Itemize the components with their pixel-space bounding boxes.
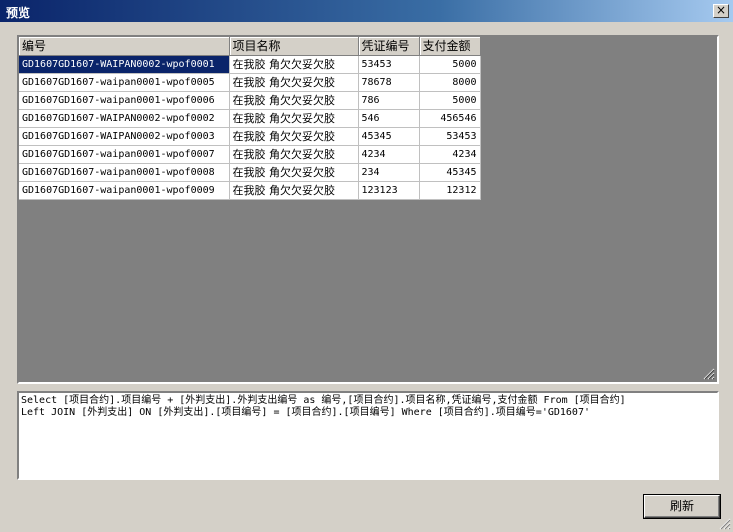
cell-code[interactable]: GD1607GD1607-WAIPAN0002-wpof0001 (19, 55, 230, 74)
cell-code[interactable]: GD1607GD1607-waipan0001-wpof0009 (19, 181, 230, 200)
cell-voucher-no[interactable]: 53453 (358, 55, 420, 74)
table-row[interactable]: GD1607GD1607-waipan0001-wpof0006 在我胶 角欠欠… (19, 91, 481, 110)
cell-code[interactable]: GD1607GD1607-WAIPAN0002-wpof0003 (19, 127, 230, 146)
cell-project-name[interactable]: 在我胶 角欠欠妥欠胶 (229, 109, 359, 128)
cell-voucher-no[interactable]: 45345 (358, 127, 420, 146)
cell-project-name[interactable]: 在我胶 角欠欠妥欠胶 (229, 163, 359, 182)
cell-code[interactable]: GD1607GD1607-waipan0001-wpof0006 (19, 91, 230, 110)
cell-project-name[interactable]: 在我胶 角欠欠妥欠胶 (229, 55, 359, 74)
header-row: 编号 项目名称 凭证编号 支付金额 (19, 37, 481, 56)
column-header-project-name[interactable]: 项目名称 (229, 37, 359, 56)
sql-line-2: Left JOIN [外判支出] ON [外判支出].[项目编号] = [项目合… (21, 407, 590, 418)
table-row[interactable]: GD1607GD1607-waipan0001-wpof0005 在我胶 角欠欠… (19, 73, 481, 92)
cell-code[interactable]: GD1607GD1607-waipan0001-wpof0007 (19, 145, 230, 164)
cell-voucher-no[interactable]: 123123 (358, 181, 420, 200)
sql-textarea[interactable]: Select [项目合约].项目编号 + [外判支出].外判支出编号 as 编号… (17, 391, 719, 480)
cell-project-name[interactable]: 在我胶 角欠欠妥欠胶 (229, 181, 359, 200)
table-row[interactable]: GD1607GD1607-waipan0001-wpof0008 在我胶 角欠欠… (19, 163, 481, 182)
cell-amount[interactable]: 5000 (419, 91, 481, 110)
table-row[interactable]: GD1607GD1607-waipan0001-wpof0007 在我胶 角欠欠… (19, 145, 481, 164)
table-row[interactable]: GD1607GD1607-WAIPAN0002-wpof0001 在我胶 角欠欠… (19, 55, 481, 74)
cell-project-name[interactable]: 在我胶 角欠欠妥欠胶 (229, 73, 359, 92)
cell-amount[interactable]: 4234 (419, 145, 481, 164)
cell-voucher-no[interactable]: 4234 (358, 145, 420, 164)
cell-project-name[interactable]: 在我胶 角欠欠妥欠胶 (229, 127, 359, 146)
column-header-code[interactable]: 编号 (19, 37, 230, 56)
cell-amount[interactable]: 53453 (419, 127, 481, 146)
window-title: 预览 (6, 6, 31, 20)
grid-resize-grip-icon[interactable] (703, 368, 715, 380)
sql-line-1: Select [项目合约].项目编号 + [外判支出].外判支出编号 as 编号… (21, 395, 626, 406)
column-header-voucher-no[interactable]: 凭证编号 (358, 37, 420, 56)
cell-voucher-no[interactable]: 786 (358, 91, 420, 110)
data-grid[interactable]: 编号 项目名称 凭证编号 支付金额 GD1607GD1607-WAIPAN000… (17, 35, 719, 384)
cell-amount[interactable]: 12312 (419, 181, 481, 200)
cell-voucher-no[interactable]: 78678 (358, 73, 420, 92)
table-row[interactable]: GD1607GD1607-WAIPAN0002-wpof0002 在我胶 角欠欠… (19, 109, 481, 128)
cell-code[interactable]: GD1607GD1607-waipan0001-wpof0005 (19, 73, 230, 92)
cell-code[interactable]: GD1607GD1607-WAIPAN0002-wpof0002 (19, 109, 230, 128)
refresh-button[interactable]: 刷新 (643, 494, 721, 519)
cell-voucher-no[interactable]: 234 (358, 163, 420, 182)
column-header-amount[interactable]: 支付金额 (419, 37, 481, 56)
window-resize-grip-icon[interactable] (719, 518, 731, 530)
cell-amount[interactable]: 5000 (419, 55, 481, 74)
results-table: 编号 项目名称 凭证编号 支付金额 GD1607GD1607-WAIPAN000… (19, 37, 481, 200)
cell-amount[interactable]: 45345 (419, 163, 481, 182)
cell-project-name[interactable]: 在我胶 角欠欠妥欠胶 (229, 91, 359, 110)
cell-voucher-no[interactable]: 546 (358, 109, 420, 128)
cell-code[interactable]: GD1607GD1607-waipan0001-wpof0008 (19, 163, 230, 182)
title-bar: 预览 × (0, 0, 733, 22)
cell-amount[interactable]: 456546 (419, 109, 481, 128)
close-button[interactable]: × (713, 4, 729, 18)
table-row[interactable]: GD1607GD1607-waipan0001-wpof0009 在我胶 角欠欠… (19, 181, 481, 200)
cell-amount[interactable]: 8000 (419, 73, 481, 92)
table-row[interactable]: GD1607GD1607-WAIPAN0002-wpof0003 在我胶 角欠欠… (19, 127, 481, 146)
cell-project-name[interactable]: 在我胶 角欠欠妥欠胶 (229, 145, 359, 164)
